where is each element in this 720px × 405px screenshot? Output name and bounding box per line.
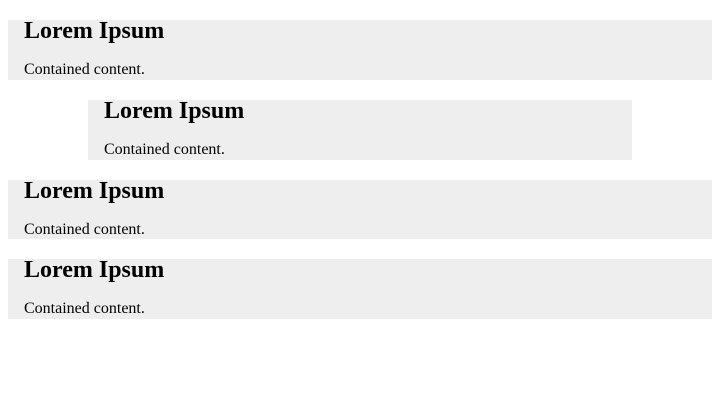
panel-heading: Lorem Ipsum	[24, 257, 165, 283]
content-panel-2: Lorem Ipsum Contained content.	[88, 98, 632, 160]
panel-heading: Lorem Ipsum	[24, 178, 165, 204]
content-panel-1: Lorem Ipsum Contained content.	[8, 18, 712, 80]
panel-body-text: Contained content.	[24, 300, 145, 317]
content-panel-4: Lorem Ipsum Contained content.	[8, 257, 712, 319]
panel-body-text: Contained content.	[24, 61, 145, 78]
panel-body-text: Contained content.	[24, 221, 145, 238]
content-panel-3: Lorem Ipsum Contained content.	[8, 178, 712, 239]
panel-heading: Lorem Ipsum	[24, 18, 165, 44]
panel-body-text: Contained content.	[104, 141, 225, 158]
panel-heading: Lorem Ipsum	[104, 98, 245, 124]
